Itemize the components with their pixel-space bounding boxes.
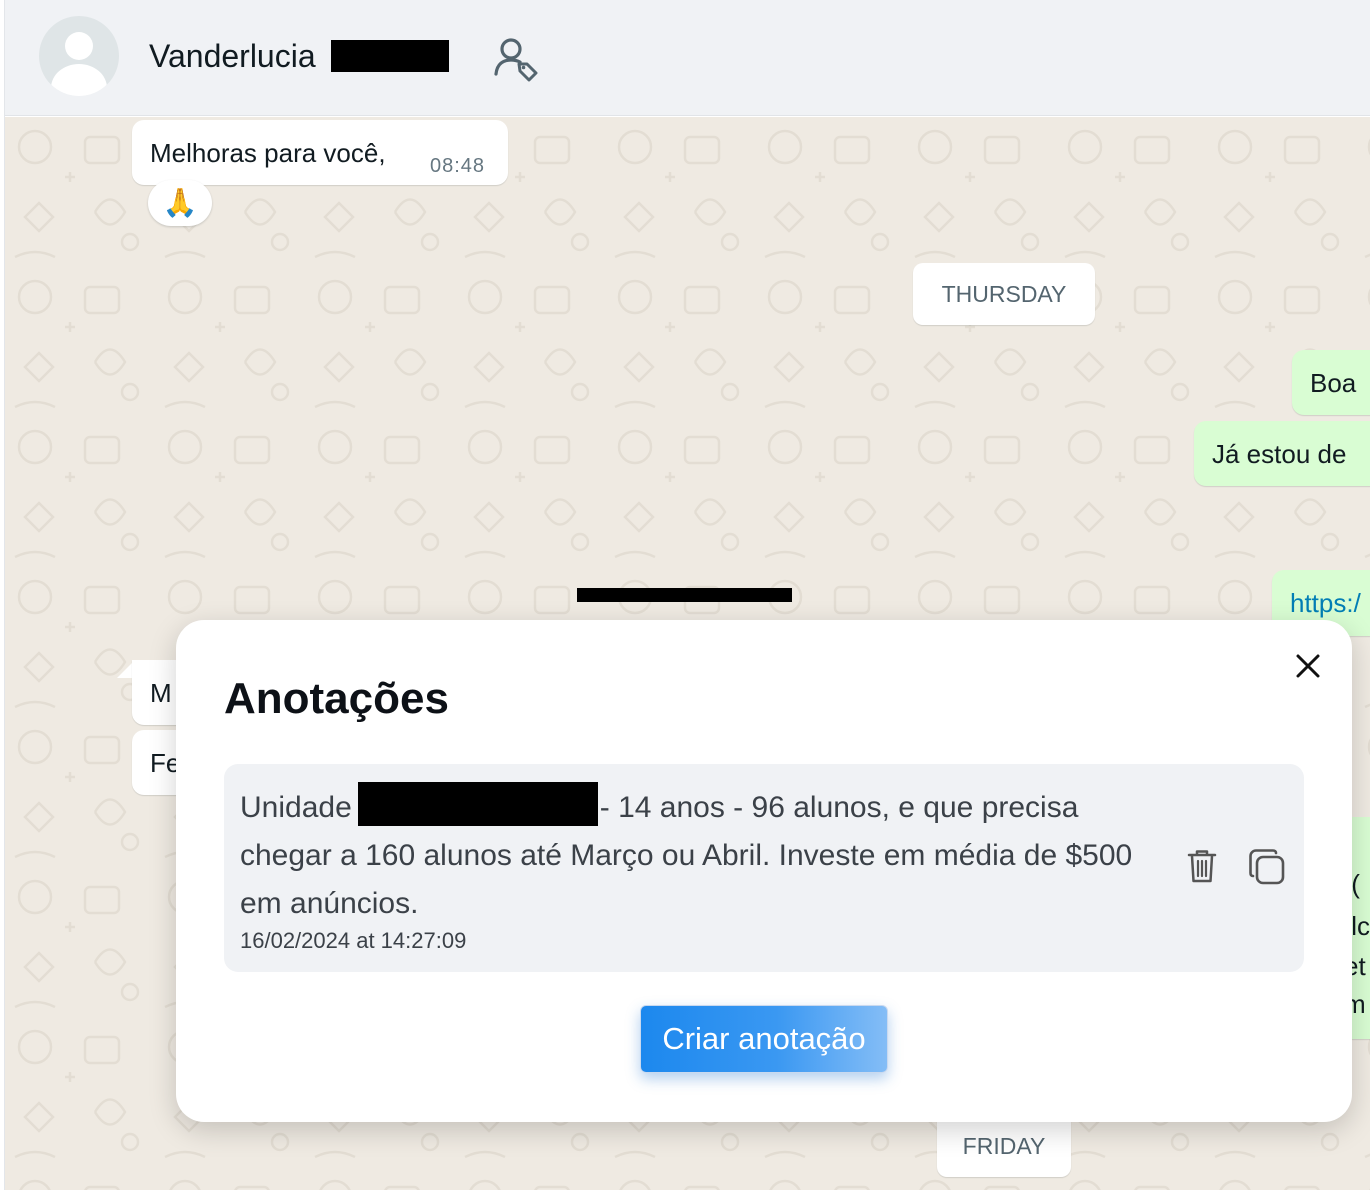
note-card: Unidade - 14 anos - 96 alunos, e que prec… (224, 764, 1304, 972)
modal-title: Anotações (224, 674, 449, 723)
date-chip-friday: FRIDAY (937, 1115, 1071, 1177)
chat-header: Vanderlucia (5, 0, 1370, 116)
trash-icon[interactable] (1186, 848, 1218, 884)
message-link[interactable]: https:/ (1290, 588, 1361, 619)
notes-modal: Anotações Unidade - 14 anos - 96 alunos, … (176, 620, 1352, 1122)
redacted-surname (331, 40, 449, 72)
message-text: Boa (1310, 368, 1357, 398)
date-chip-thursday: THURSDAY (913, 263, 1095, 325)
whatsapp-web-app: Vanderlucia Melhoras para você, 08:48 🙏 … (0, 0, 1370, 1190)
message-time: 08:48 (430, 155, 486, 177)
default-avatar-icon[interactable] (39, 16, 119, 96)
redacted-text (577, 588, 792, 602)
create-note-button[interactable]: Criar anotação (640, 1005, 888, 1073)
message-text: M (150, 678, 172, 708)
redacted-unit-name (357, 782, 598, 826)
user-tag-icon[interactable] (493, 36, 539, 82)
copy-icon[interactable] (1248, 848, 1286, 886)
note-text[interactable]: Unidade - 14 anos - 96 alunos, e que prec… (240, 782, 1150, 928)
outgoing-message-2[interactable]: Já estou de (1194, 421, 1370, 486)
incoming-message-1[interactable]: Melhoras para você, 08:48 (132, 120, 508, 185)
message-text: Já estou de (1212, 439, 1347, 469)
outgoing-message-1[interactable]: Boa (1292, 350, 1370, 415)
close-icon[interactable] (1290, 648, 1326, 684)
reaction-badge[interactable]: 🙏 (148, 180, 212, 226)
message-text: Melhoras para você, (150, 138, 386, 168)
note-text-start: Unidade (240, 791, 352, 824)
contact-name[interactable]: Vanderlucia (149, 38, 316, 75)
note-date: 16/02/2024 at 14:27:09 (240, 928, 467, 953)
